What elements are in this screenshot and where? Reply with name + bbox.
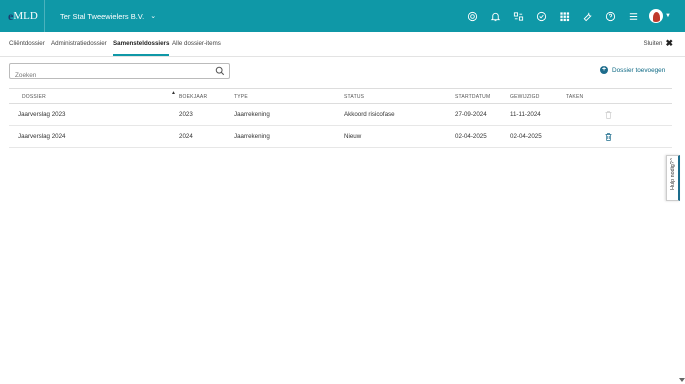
chevron-down-icon: ⌄ [150, 13, 157, 20]
tab-bar: Cliëntdossier Administratiedossier Samen… [0, 32, 685, 57]
help-tab-label: Hulp nodig? [670, 161, 676, 190]
add-dossier-label: Dossier toevoegen [612, 66, 666, 74]
target-icon[interactable] [461, 0, 484, 32]
column-header-taken[interactable]: TAKEN [566, 94, 583, 100]
tab-samensteldossiers[interactable]: Samensteldossiers [113, 32, 170, 56]
organization-selector[interactable]: Ter Stal Tweewielers B.V. ⌄ [60, 12, 156, 21]
dossier-table: DOSSIER ▲ BOEKJAAR TYPE STATUS STARTDATU… [9, 88, 672, 148]
cell-status: Nieuw [344, 133, 362, 140]
wrench-icon[interactable] [576, 0, 599, 32]
table-header: DOSSIER ▲ BOEKJAAR TYPE STATUS STARTDATU… [9, 88, 672, 104]
apps-grid-icon[interactable] [553, 0, 576, 32]
trash-icon[interactable] [605, 133, 612, 141]
bell-icon[interactable] [484, 0, 507, 32]
cell-dossier: Jaarverslag 2023 [18, 111, 66, 118]
app-logo[interactable]: e MLD [0, 0, 45, 32]
column-header-status[interactable]: STATUS [344, 94, 364, 100]
menu-icon[interactable] [622, 0, 645, 32]
table-row[interactable]: Jaarverslag 2023 2023 Jaarrekening Akkoo… [9, 104, 672, 126]
sort-ascending-icon[interactable]: ▲ [171, 90, 176, 96]
tab-alle-dossier-items[interactable]: Alle dossier-items [172, 32, 221, 56]
trash-icon [605, 111, 612, 119]
user-avatar[interactable] [649, 9, 664, 23]
plus-circle-icon: + [600, 66, 608, 74]
transfer-icon[interactable] [507, 0, 530, 32]
chevron-down-icon[interactable]: ▼ [665, 13, 671, 19]
column-header-startdatum[interactable]: STARTDATUM [455, 94, 490, 100]
column-header-gewijzigd[interactable]: GEWIJZIGD [510, 94, 540, 100]
top-bar: e MLD Ter Stal Tweewielers B.V. ⌄ ▼ [0, 0, 685, 32]
help-tab[interactable]: ‹ Hulp nodig? [666, 155, 680, 201]
check-circle-icon[interactable] [530, 0, 553, 32]
column-header-boekjaar[interactable]: BOEKJAAR [179, 94, 207, 100]
organization-name: Ter Stal Tweewielers B.V. [60, 11, 145, 21]
search-box [9, 63, 230, 83]
search-input[interactable] [10, 68, 210, 83]
search-icon[interactable] [215, 66, 225, 76]
cell-type: Jaarrekening [234, 111, 270, 118]
cell-startdatum: 02-04-2025 [455, 133, 487, 140]
column-header-type[interactable]: TYPE [234, 94, 248, 100]
cell-startdatum: 27-09-2024 [455, 111, 487, 118]
cell-boekjaar: 2024 [179, 133, 193, 140]
cell-type: Jaarrekening [234, 133, 270, 140]
cell-gewijzigd: 11-11-2024 [510, 111, 541, 118]
tab-clientdossier[interactable]: Cliëntdossier [9, 32, 45, 56]
column-header-dossier[interactable]: DOSSIER [22, 94, 46, 100]
help-icon[interactable] [599, 0, 622, 32]
cell-gewijzigd: 02-04-2025 [510, 133, 542, 140]
close-label: Sluiten [643, 39, 663, 47]
tab-administratiedossier[interactable]: Administratiedossier [51, 32, 107, 56]
cell-status: Akkoord risicofase [344, 111, 395, 118]
cell-boekjaar: 2023 [179, 111, 193, 118]
table-row[interactable]: Jaarverslag 2024 2024 Jaarrekening Nieuw… [9, 126, 672, 148]
scroll-down-arrow[interactable] [679, 378, 685, 382]
cell-dossier: Jaarverslag 2024 [18, 133, 66, 140]
add-dossier-button[interactable]: + Dossier toevoegen [600, 66, 665, 74]
close-icon: ✖ [665, 38, 673, 48]
close-button[interactable]: Sluiten ✖ [643, 38, 673, 48]
